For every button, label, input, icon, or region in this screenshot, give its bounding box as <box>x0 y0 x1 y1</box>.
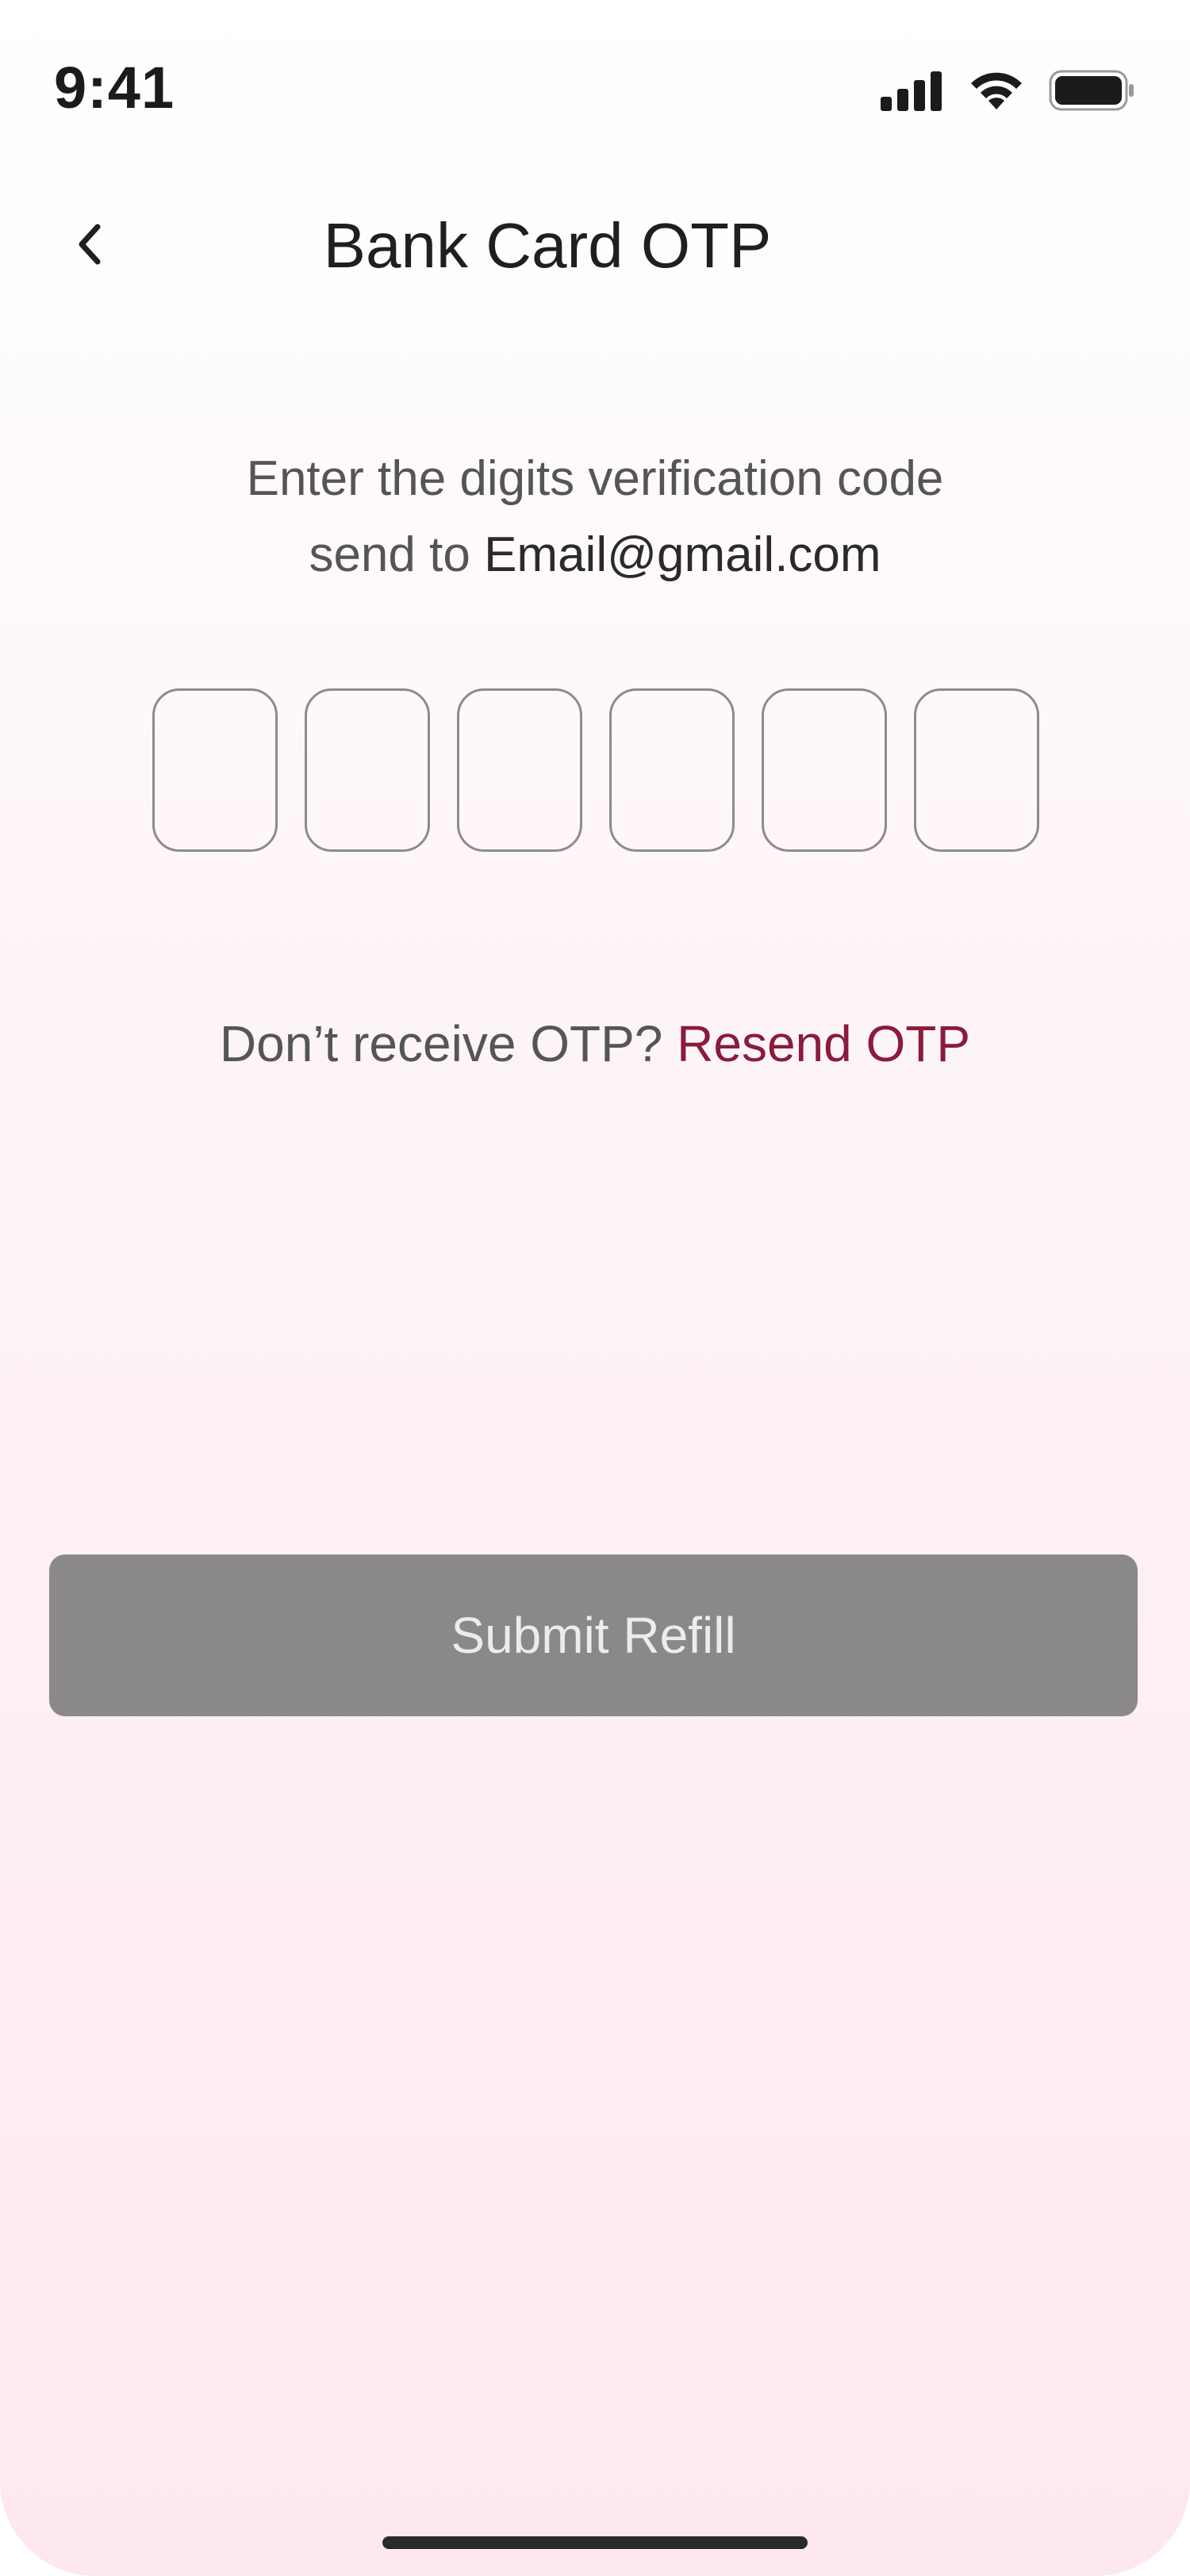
otp-digit-6[interactable] <box>914 688 1039 852</box>
status-time: 9:41 <box>54 55 175 121</box>
wifi-icon <box>971 72 1022 109</box>
status-icons <box>881 68 1136 113</box>
instruction-line-2: send to Email@gmail.com <box>79 517 1111 593</box>
resend-prompt: Don’t receive OTP? <box>219 1015 678 1072</box>
email-address: Email@gmail.com <box>484 527 881 582</box>
otp-digit-5[interactable] <box>762 688 887 852</box>
otp-digit-1[interactable] <box>152 688 278 852</box>
resend-row: Don’t receive OTP? Resend OTP <box>0 1014 1190 1075</box>
page-title: Bank Card OTP <box>323 210 772 281</box>
instruction-line-1: Enter the digits verification code <box>246 451 944 506</box>
submit-refill-button[interactable]: Submit Refill <box>49 1554 1138 1716</box>
battery-icon <box>1049 70 1134 111</box>
otp-input-group <box>152 688 1039 852</box>
otp-digit-4[interactable] <box>609 688 735 852</box>
resend-otp-link[interactable]: Resend OTP <box>677 1015 970 1072</box>
home-indicator[interactable] <box>382 2536 808 2549</box>
otp-digit-2[interactable] <box>305 688 430 852</box>
instruction-prefix: send to <box>309 527 485 582</box>
instruction-text: Enter the digits verification code send … <box>79 441 1111 593</box>
signal-icon <box>881 71 942 111</box>
otp-digit-3[interactable] <box>457 688 582 852</box>
otp-screen: 9:41 Bank Card OTP Enter the digits veri… <box>0 0 1190 2576</box>
